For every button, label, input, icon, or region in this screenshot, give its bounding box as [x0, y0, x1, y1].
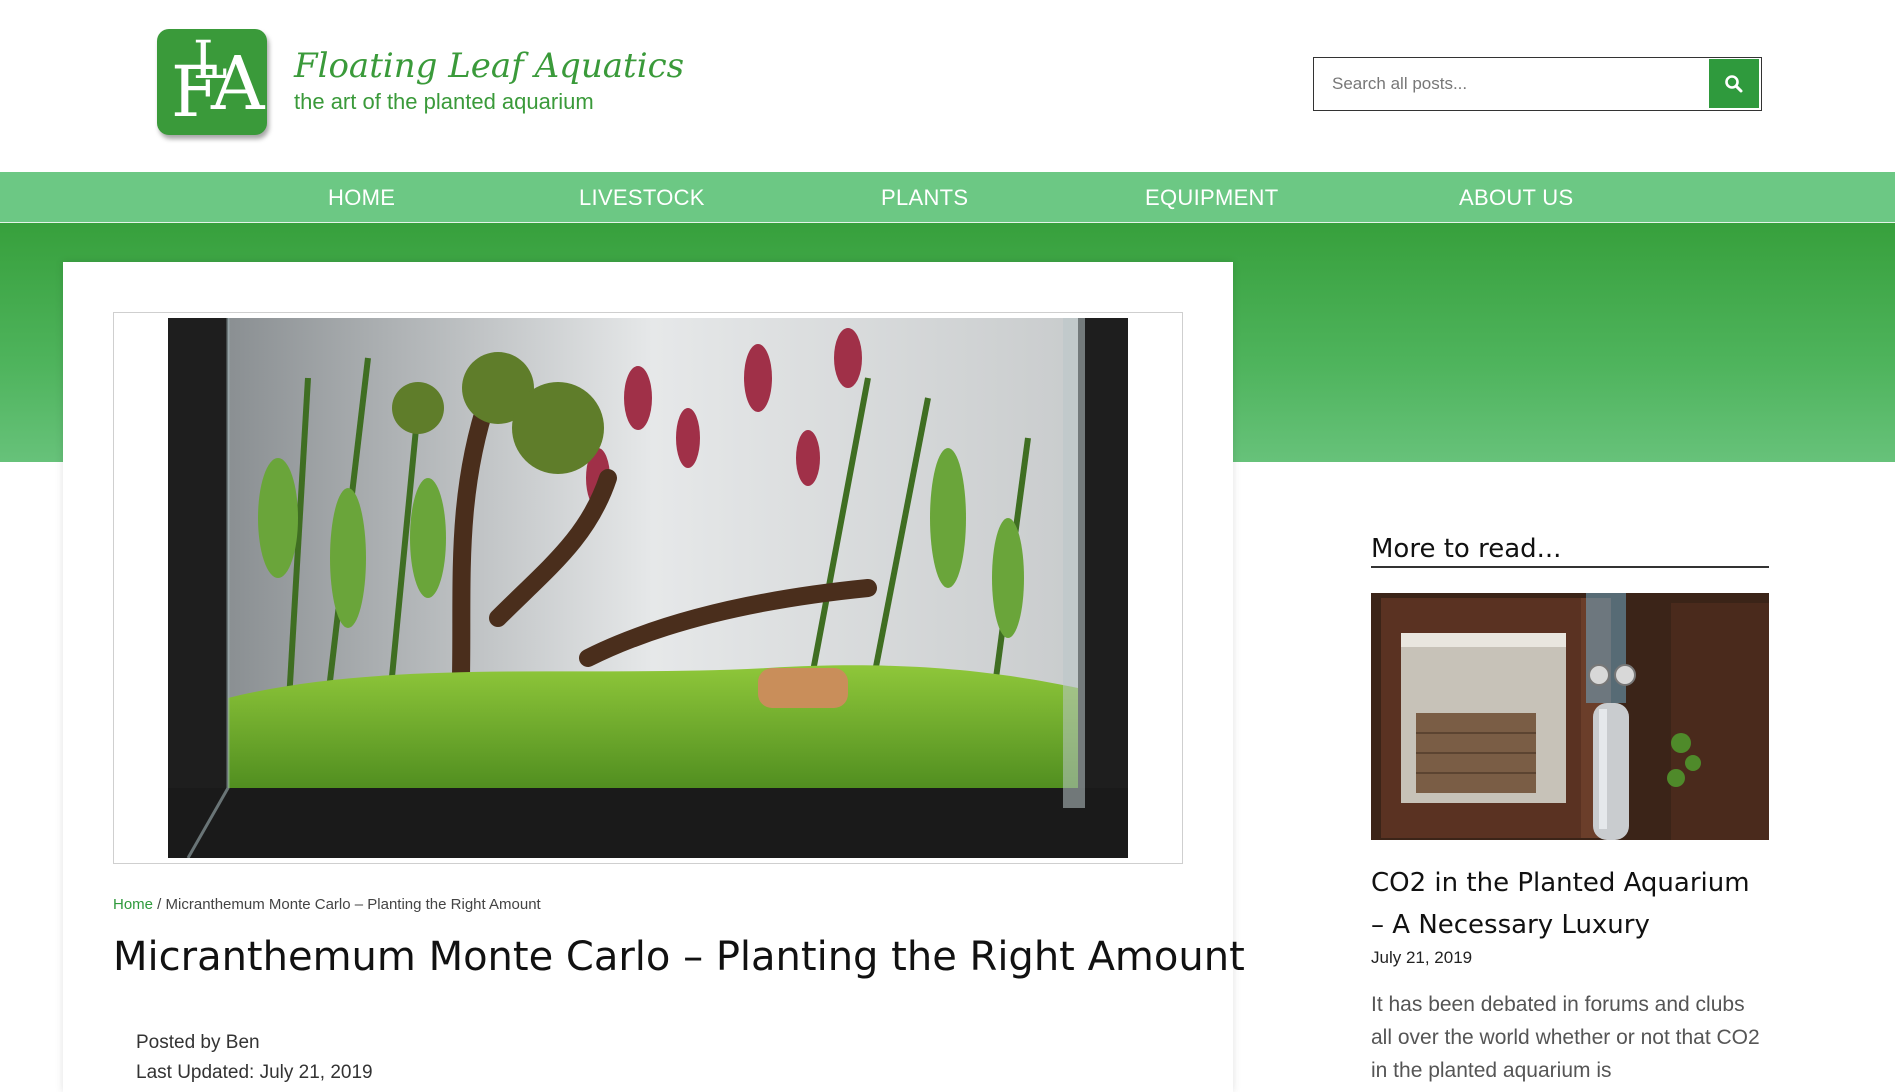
search-input[interactable]	[1314, 58, 1708, 109]
sidebar-heading: More to read...	[1371, 534, 1562, 564]
aquarium-illustration	[168, 318, 1128, 858]
site-tagline: the art of the planted aquarium	[294, 89, 594, 114]
search-button[interactable]	[1709, 59, 1759, 108]
co2-setup-illustration	[1371, 593, 1769, 840]
main-nav: HOME LIVESTOCK PLANTS EQUIPMENT ABOUT US	[0, 172, 1895, 223]
sidebar-divider	[1371, 566, 1769, 568]
post-title: Micranthemum Monte Carlo – Planting the …	[113, 934, 1245, 980]
sidebar-post-title[interactable]: CO2 in the Planted Aquarium – A Necessar…	[1371, 862, 1769, 946]
site-logo[interactable]: F L A	[157, 29, 267, 135]
featured-image-aquarium	[168, 318, 1128, 858]
sidebar-post-thumbnail[interactable]	[1371, 593, 1769, 840]
breadcrumb-separator: /	[153, 896, 166, 913]
nav-item-plants[interactable]: PLANTS	[881, 185, 968, 211]
nav-item-home[interactable]: HOME	[328, 185, 395, 211]
post-author: Posted by Ben	[136, 1032, 260, 1053]
site-header: F L A Floating Leaf Aquatics the art of …	[0, 0, 1895, 172]
site-title[interactable]: Floating Leaf Aquatics	[294, 46, 684, 86]
nav-item-livestock[interactable]: LIVESTOCK	[579, 185, 705, 211]
search-form	[1313, 57, 1762, 111]
post-card: Home / Micranthemum Monte Carlo – Planti…	[63, 262, 1245, 1092]
nav-item-about-us[interactable]: ABOUT US	[1459, 185, 1573, 211]
sidebar-post-date: July 21, 2019	[1371, 948, 1473, 967]
nav-item-equipment[interactable]: EQUIPMENT	[1145, 185, 1279, 211]
featured-image-frame	[113, 312, 1183, 864]
breadcrumb-home-link[interactable]: Home	[113, 896, 153, 913]
search-icon	[1725, 74, 1743, 92]
breadcrumb-current: Micranthemum Monte Carlo – Planting the …	[165, 896, 541, 913]
post-date: Last Updated: July 21, 2019	[136, 1062, 373, 1083]
logo-letter-a: A	[211, 41, 265, 127]
sidebar-post-excerpt: It has been debated in forums and clubs …	[1371, 993, 1760, 1082]
breadcrumb: Home / Micranthemum Monte Carlo – Planti…	[113, 896, 541, 913]
